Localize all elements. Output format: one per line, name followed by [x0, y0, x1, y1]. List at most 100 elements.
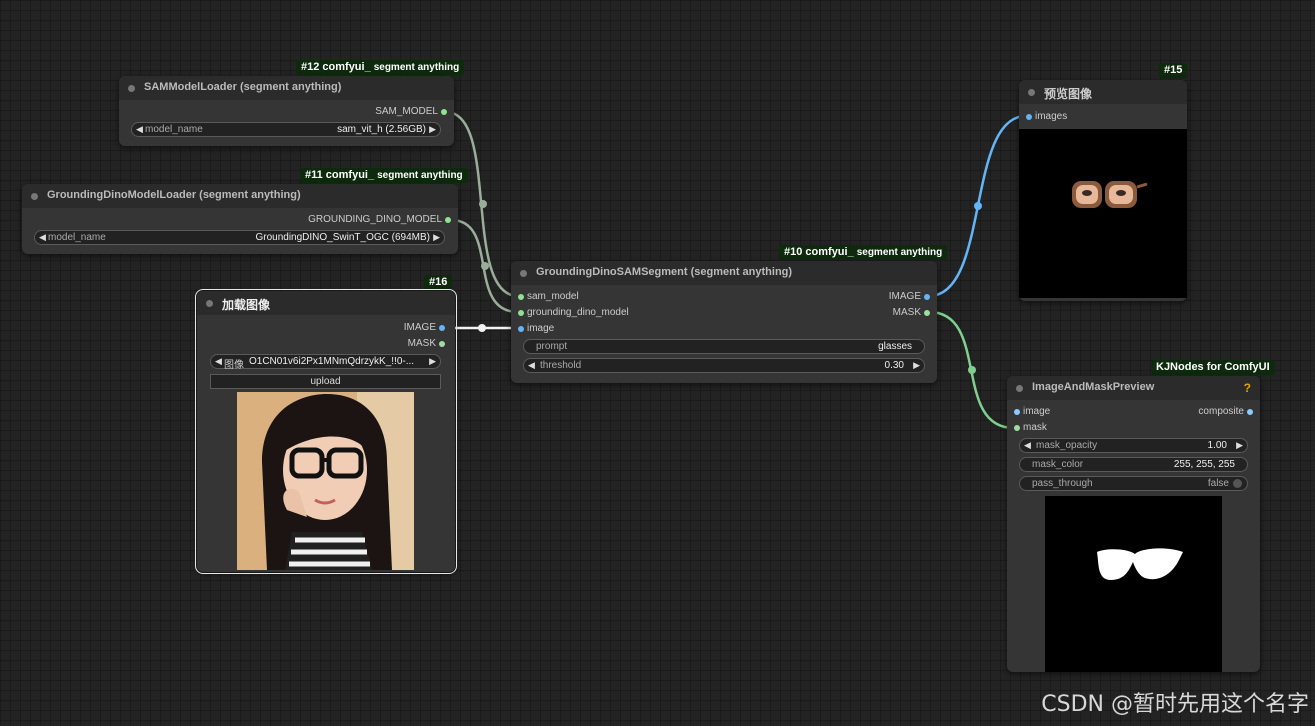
arrow-left-icon[interactable]: ◀ [136, 124, 143, 135]
image-output[interactable]: IMAGE [403, 322, 445, 334]
badge-id: KJNodes for ComfyUI [1156, 361, 1270, 373]
input-pin-icon[interactable] [518, 326, 524, 332]
output-pin-icon[interactable] [924, 294, 930, 300]
output-label: IMAGE [888, 291, 921, 302]
mask-color-field[interactable]: mask_color 255, 255, 255 [1019, 457, 1248, 472]
grounding-dino-output[interactable]: GROUNDING_DINO_MODEL [308, 214, 451, 226]
collapse-dot-icon[interactable] [520, 270, 527, 277]
toggle-knob-icon[interactable] [1233, 479, 1242, 488]
collapse-dot-icon[interactable] [1028, 89, 1035, 96]
model-name-combo[interactable]: ◀ model_name GroundingDINO_SwinT_OGC (69… [34, 230, 445, 245]
widget-label: pass_through [1032, 478, 1093, 489]
arrow-right-icon[interactable]: ▶ [1236, 440, 1243, 451]
widget-value: O1CN01v6i2Px1MNmQdrzykK_!!0-... [249, 356, 415, 367]
node-badge-kjnodes: KJNodes for ComfyUI [1151, 360, 1275, 375]
grounding-dino-loader-node[interactable]: GroundingDinoModelLoader (segment anythi… [22, 184, 458, 254]
mask-output[interactable]: MASK [893, 307, 930, 319]
output-label: MASK [407, 338, 436, 349]
widget-label: model_name [145, 124, 203, 135]
collapse-dot-icon[interactable] [31, 193, 38, 200]
node-badge-10: #10 comfyui_ segment anything [779, 245, 948, 260]
image-and-mask-preview-node[interactable]: ImageAndMaskPreview ? image mask composi… [1007, 376, 1260, 672]
toggle-value: false [1207, 478, 1229, 489]
link-midpoint-mask[interactable] [968, 366, 976, 374]
link-midpoint-preview[interactable] [974, 202, 982, 210]
input-label: image [1023, 406, 1051, 417]
upload-button[interactable]: upload [210, 374, 441, 389]
input-pin-icon[interactable] [1014, 409, 1020, 415]
collapse-dot-icon[interactable] [128, 85, 135, 92]
arrow-right-icon[interactable]: ▶ [429, 356, 436, 367]
node-badge-15: #15 [1159, 63, 1188, 78]
sam-model-input[interactable]: sam_model [518, 291, 579, 303]
input-pin-icon[interactable] [1014, 425, 1020, 431]
load-image-node[interactable]: 加载图像 IMAGE MASK ◀ 图像 O1CN01v6i2Px1MNmQdr… [195, 289, 457, 574]
widget-value: 1.00 [1207, 440, 1227, 451]
grounding-dino-model-input[interactable]: grounding_dino_model [518, 307, 629, 319]
input-pin-icon[interactable] [1026, 114, 1032, 120]
output-pin-icon[interactable] [445, 217, 451, 223]
mask-input[interactable]: mask [1014, 422, 1047, 434]
output-pin-icon[interactable] [924, 310, 930, 316]
link-midpoint-sam[interactable] [479, 200, 487, 208]
output-pin-icon[interactable] [1247, 409, 1253, 415]
arrow-left-icon[interactable]: ◀ [39, 232, 46, 243]
badge-pack: segment anything [377, 170, 463, 181]
output-pin-icon[interactable] [439, 341, 445, 347]
grounding-dino-sam-segment-node[interactable]: GroundingDinoSAMSegment (segment anythin… [511, 261, 937, 383]
output-pin-icon[interactable] [439, 325, 445, 331]
input-label: grounding_dino_model [527, 307, 629, 318]
node-title-bar[interactable]: 预览图像 [1019, 80, 1187, 104]
badge-id: #10 comfyui_ [784, 246, 854, 258]
arrow-left-icon[interactable]: ◀ [1024, 440, 1031, 451]
mask-output[interactable]: MASK [407, 338, 445, 350]
node-title: 预览图像 [1044, 87, 1093, 101]
arrow-right-icon[interactable]: ▶ [433, 232, 440, 243]
image-input[interactable]: image [518, 323, 554, 335]
node-title: GroundingDinoModelLoader (segment anythi… [47, 189, 301, 201]
sam-model-output[interactable]: SAM_MODEL [375, 106, 447, 118]
collapse-dot-icon[interactable] [206, 300, 213, 307]
output-label: GROUNDING_DINO_MODEL [308, 214, 442, 225]
node-title-bar[interactable]: 加载图像 [197, 291, 455, 315]
node-badge-16: #16 [424, 275, 453, 290]
node-title-bar[interactable]: SAMModelLoader (segment anything) [119, 76, 454, 100]
composite-output[interactable]: composite [1198, 406, 1253, 418]
node-badge-12: #12 comfyui_ segment anything [296, 60, 465, 75]
input-pin-icon[interactable] [518, 294, 524, 300]
input-pin-icon[interactable] [518, 310, 524, 316]
images-input[interactable]: images [1026, 111, 1067, 123]
collapse-dot-icon[interactable] [1016, 385, 1023, 392]
image-input[interactable]: image [1014, 406, 1051, 418]
mask-opacity-stepper[interactable]: ◀ mask_opacity 1.00 ▶ [1019, 438, 1248, 453]
model-name-combo[interactable]: ◀ model_name sam_vit_h (2.56GB) ▶ [131, 122, 441, 137]
output-label: composite [1198, 406, 1244, 417]
sam-model-loader-node[interactable]: SAMModelLoader (segment anything) SAM_MO… [119, 76, 454, 146]
widget-value: GroundingDINO_SwinT_OGC (694MB) [255, 232, 430, 243]
arrow-left-icon[interactable]: ◀ [215, 356, 222, 367]
node-title-bar[interactable]: ImageAndMaskPreview ? [1007, 376, 1260, 400]
widget-label: mask_color [1032, 459, 1084, 470]
arrow-right-icon[interactable]: ▶ [429, 124, 436, 135]
glasses-cutout-icon [1019, 129, 1187, 298]
preview-image-node[interactable]: 预览图像 images [1019, 80, 1187, 301]
output-pin-icon[interactable] [441, 109, 447, 115]
arrow-left-icon[interactable]: ◀ [528, 360, 535, 371]
image-file-combo[interactable]: ◀ 图像 O1CN01v6i2Px1MNmQdrzykK_!!0-... ▶ [210, 354, 441, 371]
node-title: GroundingDinoSAMSegment (segment anythin… [536, 266, 793, 278]
link-midpoint-image[interactable] [478, 324, 486, 332]
node-title-bar[interactable]: GroundingDinoSAMSegment (segment anythin… [511, 261, 937, 285]
image-output[interactable]: IMAGE [888, 291, 930, 303]
pass-through-toggle[interactable]: pass_through false [1019, 476, 1248, 491]
output-label: IMAGE [403, 322, 436, 333]
threshold-stepper[interactable]: ◀ threshold 0.30 ▶ [523, 358, 925, 373]
widget-label: threshold [540, 360, 582, 371]
node-title-bar[interactable]: GroundingDinoModelLoader (segment anythi… [22, 184, 458, 208]
link-midpoint-dino[interactable] [481, 262, 489, 270]
help-icon[interactable]: ? [1244, 381, 1251, 395]
widget-label: 图像 [224, 360, 244, 371]
glasses-mask-icon [1045, 496, 1222, 672]
prompt-field[interactable]: prompt glasses [523, 339, 925, 354]
arrow-right-icon[interactable]: ▶ [913, 360, 920, 371]
node-title: SAMModelLoader (segment anything) [144, 81, 342, 93]
